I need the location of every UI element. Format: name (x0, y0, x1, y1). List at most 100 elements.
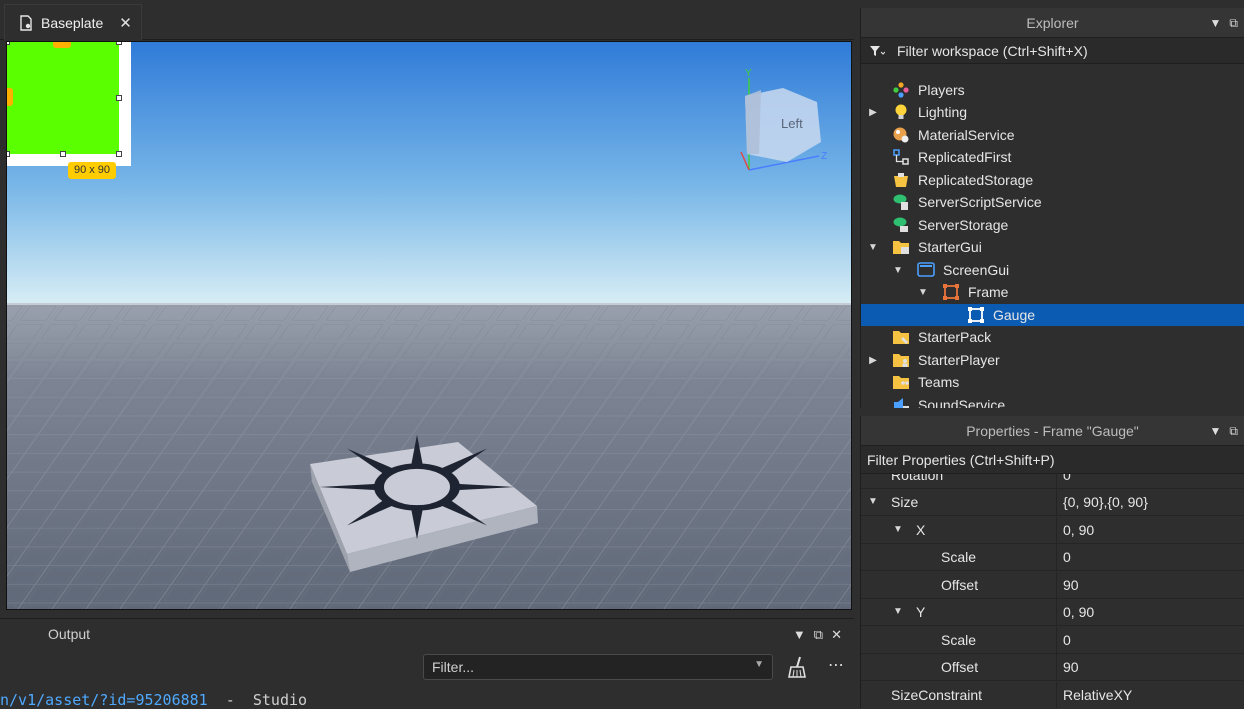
clear-output-broom-icon[interactable] (786, 655, 808, 679)
property-value[interactable]: 0 (1063, 632, 1071, 648)
property-value[interactable]: 0, 90 (1063, 604, 1094, 620)
chevron-down-icon[interactable]: ▼ (1210, 416, 1222, 446)
tree-item-starter-player[interactable]: ▶ StarterPlayer (861, 349, 1244, 371)
property-row-size[interactable]: ▼ Size {0, 90},{0, 90} (861, 489, 1244, 516)
property-value[interactable]: 90 (1063, 659, 1079, 675)
explorer-filter-text: Filter workspace (Ctrl+Shift+X) (897, 42, 1088, 59)
document-icon (20, 14, 32, 31)
tree-item-server-script-service[interactable]: ServerScriptService (861, 191, 1244, 213)
anchor-handle[interactable] (53, 42, 71, 48)
output-filter-input[interactable]: Filter... ▼ (423, 654, 773, 680)
output-title: Output (48, 626, 91, 642)
resize-handle[interactable] (7, 151, 10, 157)
tab-close-icon[interactable]: ✕ (119, 14, 132, 32)
view-cube[interactable]: Left Y Z (735, 66, 835, 176)
chevron-down-icon[interactable]: ▼ (793, 627, 806, 643)
tree-item-label: StarterGui (918, 239, 982, 255)
output-asset-link[interactable]: n/v1/asset/?id=95206881 (0, 691, 208, 709)
tree-item-label: MaterialService (918, 127, 1015, 143)
properties-filter-input[interactable]: Filter Properties (Ctrl+Shift+P) (861, 446, 1244, 474)
resize-handle[interactable] (7, 42, 10, 45)
property-value[interactable]: 0, 90 (1063, 522, 1094, 538)
tree-item-label: Lighting (918, 104, 968, 120)
property-row-size-x[interactable]: ▼ X 0, 90 (861, 517, 1244, 544)
property-row-x-offset[interactable]: Offset 90 (861, 572, 1244, 599)
tree-item-material-service[interactable]: MaterialService (861, 124, 1244, 146)
tree-item-gauge[interactable]: Gauge (861, 304, 1244, 326)
resize-handle[interactable] (116, 42, 122, 45)
tree-item-label: StarterPlayer (918, 352, 1000, 368)
property-name: Offset (941, 577, 979, 593)
starter-pack-icon (893, 331, 909, 344)
players-icon (893, 82, 909, 98)
collapse-arrow-icon[interactable]: ▼ (893, 606, 903, 617)
expand-arrow-icon[interactable]: ▶ (867, 355, 879, 366)
expand-arrow-icon[interactable]: ▼ (867, 242, 879, 253)
gauge-gui-preview[interactable]: 90 x 90 (7, 42, 131, 179)
property-row-size-constraint[interactable]: SizeConstraint RelativeXY (861, 682, 1244, 708)
tree-item-sound-service[interactable]: SoundService (861, 394, 1244, 408)
expand-arrow-icon[interactable]: ▼ (917, 287, 929, 298)
explorer-title: Explorer (1026, 15, 1079, 31)
tab-baseplate[interactable]: Baseplate ✕ (4, 4, 142, 40)
property-name: X (916, 522, 926, 538)
chevron-down-icon[interactable]: ▼ (754, 659, 764, 670)
property-row-rotation[interactable]: Rotation 0 (861, 474, 1244, 489)
collapse-arrow-icon[interactable]: ▼ (868, 496, 878, 507)
filter-icon[interactable] (869, 45, 885, 57)
replicated-first-icon (893, 149, 909, 165)
gauge-frame[interactable] (7, 42, 119, 154)
anchor-handle[interactable] (7, 88, 13, 106)
frame-icon (943, 284, 959, 300)
tree-item-label: Teams (918, 374, 960, 390)
resize-handle[interactable] (116, 95, 122, 101)
property-row-y-offset[interactable]: Offset 90 (861, 654, 1244, 681)
tree-item-frame[interactable]: ▼ Frame (861, 281, 1244, 303)
resize-handle[interactable] (116, 151, 122, 157)
properties-filter-text: Filter Properties (Ctrl+Shift+P) (867, 452, 1055, 468)
tree-item-lighting[interactable]: ▶ Lighting (861, 101, 1244, 123)
sound-service-icon (894, 398, 909, 408)
tree-item-starter-gui[interactable]: ▼ StarterGui (861, 236, 1244, 258)
undock-icon[interactable]: ⧉ (814, 627, 823, 643)
tree-item-replicated-storage[interactable]: ReplicatedStorage (861, 169, 1244, 191)
expand-arrow-icon[interactable]: ▶ (867, 107, 879, 118)
tree-item-players[interactable]: Players (861, 79, 1244, 101)
teams-icon (893, 376, 909, 389)
more-options-icon[interactable]: ⋯ (828, 655, 845, 675)
explorer-filter-input[interactable]: Filter workspace (Ctrl+Shift+X) (861, 38, 1244, 64)
tree-item-screen-gui[interactable]: ▼ ScreenGui (861, 259, 1244, 281)
property-row-x-scale[interactable]: Scale 0 (861, 544, 1244, 571)
tree-item-teams[interactable]: Teams (861, 371, 1244, 393)
undock-icon[interactable]: ⧉ (1229, 8, 1238, 38)
property-value[interactable]: 90 (1063, 577, 1079, 593)
tree-item-server-storage[interactable]: ServerStorage (861, 214, 1244, 236)
tree-item-label: Players (918, 82, 965, 98)
tree-item-label: ReplicatedStorage (918, 172, 1034, 188)
properties-list: Rotation 0 ▼ Size {0, 90},{0, 90} ▼ X 0,… (861, 474, 1244, 708)
property-row-y-scale[interactable]: Scale 0 (861, 627, 1244, 654)
material-service-icon (893, 127, 909, 143)
axis-y-label: Y (745, 68, 752, 79)
tree-item-starter-pack[interactable]: StarterPack (861, 326, 1244, 348)
tree-item-replicated-first[interactable]: ReplicatedFirst (861, 146, 1244, 168)
tree-item-label: ServerStorage (918, 217, 1009, 233)
output-filter-text: Filter... (432, 659, 475, 675)
chevron-down-icon[interactable]: ▼ (1210, 8, 1222, 38)
property-value[interactable]: RelativeXY (1063, 687, 1132, 703)
property-row-size-y[interactable]: ▼ Y 0, 90 (861, 599, 1244, 626)
tree-item-label: SoundService (918, 397, 1006, 408)
collapse-arrow-icon[interactable]: ▼ (893, 524, 903, 535)
resize-handle[interactable] (60, 151, 66, 157)
tree-item-label: ServerScriptService (918, 194, 1042, 210)
3d-viewport[interactable]: 90 x 90 Left Y Z (6, 41, 852, 610)
undock-icon[interactable]: ⧉ (1229, 416, 1238, 446)
property-value[interactable]: 0 (1063, 549, 1071, 565)
close-icon[interactable]: ✕ (831, 627, 842, 643)
property-value[interactable]: {0, 90},{0, 90} (1063, 494, 1148, 510)
server-script-service-icon (893, 194, 908, 210)
explorer-tree: Players ▶ Lighting MaterialService Repli… (861, 65, 1244, 408)
expand-arrow-icon[interactable]: ▼ (892, 265, 904, 276)
axis-z-label: Z (821, 151, 827, 162)
property-value[interactable]: 0 (1063, 474, 1071, 483)
